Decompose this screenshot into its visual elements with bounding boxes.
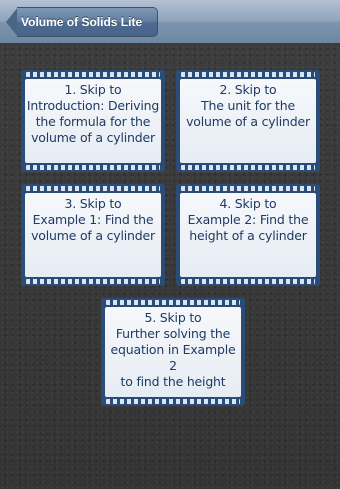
chapter-card-1[interactable]: 1. Skip to Introduction: Deriving the fo… — [21, 70, 165, 172]
card-face: 3. Skip to Example 1: Find the volume of… — [25, 193, 161, 277]
film-sprockets-icon — [106, 399, 240, 404]
chapter-label: 3. Skip to Example 1: Find the volume of… — [31, 196, 155, 243]
film-sprockets-icon — [181, 72, 315, 77]
film-sprockets-icon — [26, 279, 160, 284]
chapter-label: 5. Skip to Further solving the equation … — [110, 310, 236, 389]
film-sprockets-icon — [181, 186, 315, 191]
chapter-card-2[interactable]: 2. Skip to The unit for the volume of a … — [176, 70, 320, 172]
film-sprockets-icon — [181, 165, 315, 170]
film-sprockets-icon — [181, 279, 315, 284]
chapter-label: 4. Skip to Example 2: Find the height of… — [187, 196, 309, 243]
card-face: 4. Skip to Example 2: Find the height of… — [180, 193, 316, 277]
chapter-label: 2. Skip to The unit for the volume of a … — [186, 82, 310, 129]
card-face: 1. Skip to Introduction: Deriving the fo… — [25, 79, 161, 163]
chapter-card-3[interactable]: 3. Skip to Example 1: Find the volume of… — [21, 184, 165, 286]
card-face: 2. Skip to The unit for the volume of a … — [180, 79, 316, 163]
back-button[interactable]: Volume of Solids Lite — [6, 7, 158, 37]
film-sprockets-icon — [26, 186, 160, 191]
navigation-bar: Volume of Solids Lite — [0, 0, 340, 44]
chapter-card-4[interactable]: 4. Skip to Example 2: Find the height of… — [176, 184, 320, 286]
chapter-label: 1. Skip to Introduction: Deriving the fo… — [26, 82, 160, 145]
film-sprockets-icon — [26, 72, 160, 77]
film-sprockets-icon — [106, 300, 240, 305]
back-button-label: Volume of Solids Lite — [17, 7, 158, 37]
chapter-card-5[interactable]: 5. Skip to Further solving the equation … — [101, 298, 245, 406]
film-sprockets-icon — [26, 165, 160, 170]
card-face: 5. Skip to Further solving the equation … — [105, 307, 241, 397]
